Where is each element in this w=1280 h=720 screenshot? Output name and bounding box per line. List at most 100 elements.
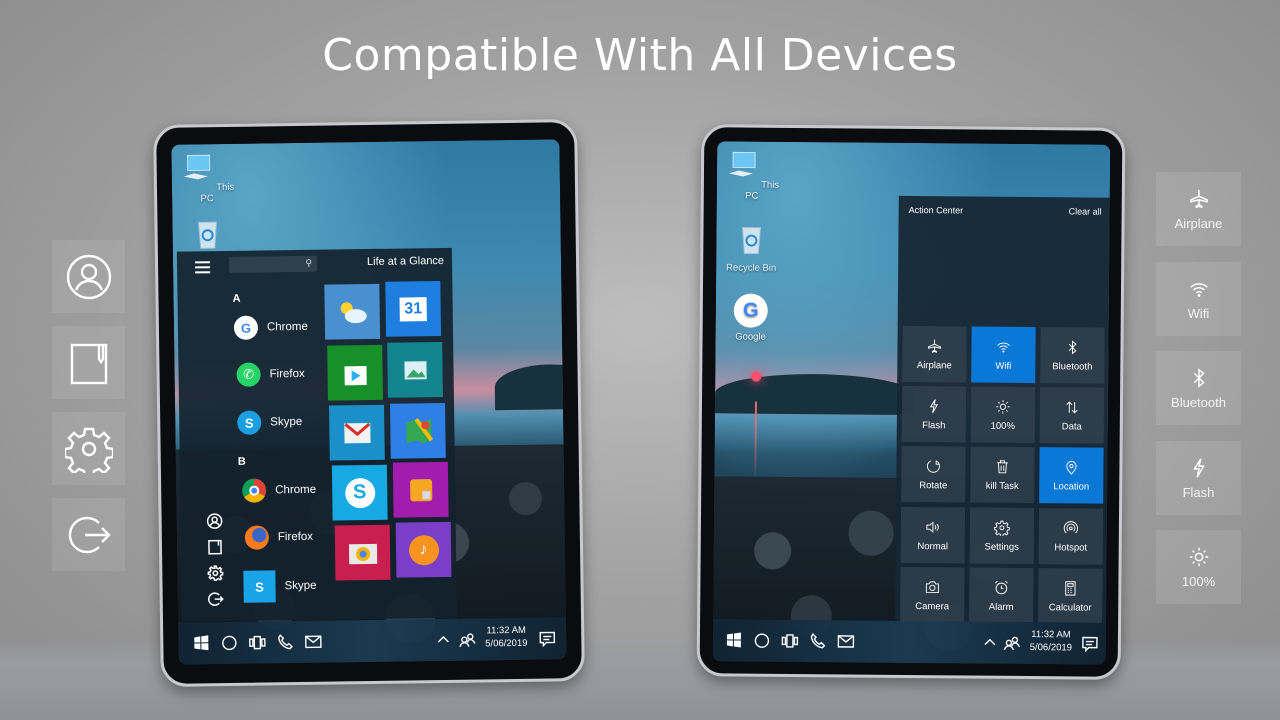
app-item[interactable]: Firefox	[244, 525, 314, 550]
logout-icon	[68, 516, 111, 553]
action-tile-label: kill Task	[985, 480, 1019, 492]
rail-user-button[interactable]	[206, 513, 223, 529]
sidebar-logout-button[interactable]	[52, 498, 125, 571]
quick-airplane-button[interactable]: Airplane	[1156, 172, 1241, 246]
clock-date: 5/06/2019	[1029, 642, 1073, 654]
quick-bluetooth-button[interactable]: Bluetooth	[1156, 351, 1241, 425]
camera-icon	[925, 580, 939, 593]
notebook-icon	[70, 343, 107, 384]
action-tile-label: Settings	[984, 541, 1019, 553]
action-tile-hotspot[interactable]: Hotspot	[1038, 508, 1104, 565]
tile-photos[interactable]	[387, 341, 443, 398]
search-button[interactable]	[220, 634, 238, 652]
tile-gmail[interactable]	[329, 404, 385, 461]
app-item[interactable]: S Skype	[237, 410, 302, 435]
desktop-icon-recycle-bin[interactable]: Recycle Bin	[716, 221, 786, 274]
hotspot-icon	[1063, 520, 1078, 533]
tile-weather[interactable]	[324, 283, 381, 340]
action-tile-location[interactable]: Location	[1039, 447, 1104, 504]
action-tile-label: Wifi	[995, 360, 1012, 372]
sidebar-settings-button[interactable]	[52, 412, 125, 485]
action-tile-kill-task[interactable]: kill Task	[970, 446, 1035, 504]
clock[interactable]: 11:32 AM 5/06/2019	[1023, 628, 1079, 654]
notifications-button[interactable]	[538, 629, 556, 648]
start-button[interactable]	[192, 634, 210, 652]
action-tile-alarm[interactable]: Alarm	[969, 567, 1034, 625]
airplane-icon	[1189, 189, 1208, 208]
desktop-icon-this-pc[interactable]: This PC	[717, 149, 787, 202]
app-item[interactable]: G Chrome	[233, 315, 308, 340]
tile-camera[interactable]	[334, 524, 391, 581]
message-icon	[1082, 636, 1098, 653]
task-view-icon	[781, 634, 799, 648]
mail-button[interactable]	[837, 632, 855, 650]
tablet-right: This PC Recycle Bin G Google Action Cent…	[696, 124, 1126, 680]
tray-expand-button[interactable]	[434, 631, 452, 649]
phone-button[interactable]	[276, 633, 294, 651]
quick-wifi-button[interactable]: Wifi	[1156, 262, 1241, 336]
action-tile-brightness[interactable]: 100%	[970, 386, 1036, 444]
desktop-icon-this-pc[interactable]: This PC	[171, 152, 242, 205]
flash-icon	[929, 398, 939, 413]
action-tile-label: Calculator	[1048, 601, 1092, 614]
action-tile-sound[interactable]: Normal	[900, 506, 966, 564]
mail-button[interactable]	[304, 633, 322, 651]
notifications-button[interactable]	[1081, 634, 1099, 653]
app-item[interactable]: ✆ Firefox	[236, 362, 305, 387]
rail-settings-button[interactable]	[207, 565, 224, 581]
brightness-icon	[996, 399, 1010, 413]
action-tile-airplane[interactable]: Airplane	[902, 325, 967, 383]
data-icon	[1066, 400, 1078, 413]
start-search-input[interactable]: ⚲	[228, 255, 318, 273]
tile-calendar[interactable]: 31	[385, 280, 442, 337]
task-view-button[interactable]	[781, 632, 799, 650]
rail-logout-button[interactable]	[208, 591, 224, 607]
app-label: Skype	[270, 415, 303, 429]
desktop-icon-label: Recycle Bin	[726, 262, 777, 274]
trash-icon	[997, 459, 1008, 473]
action-tile-wifi[interactable]: Wifi	[971, 326, 1036, 384]
quick-brightness-button[interactable]: 100%	[1156, 530, 1241, 604]
tablet-right-screen: This PC Recycle Bin G Google Action Cent…	[712, 141, 1111, 665]
sidebar-notes-button[interactable]	[52, 326, 125, 399]
tray-expand-button[interactable]	[981, 634, 999, 652]
action-tile-rotate[interactable]: Rotate	[901, 445, 966, 503]
app-item[interactable]: S Skype	[243, 570, 317, 603]
action-tile-camera[interactable]: Camera	[900, 566, 965, 624]
whatsapp-icon: ✆	[236, 362, 261, 387]
rail-notes-button[interactable]	[207, 539, 223, 555]
tile-play-store[interactable]	[327, 344, 383, 401]
tile-music[interactable]: ♪	[395, 521, 452, 578]
google-icon: G	[733, 293, 768, 328]
action-tile-label: Airplane	[916, 359, 952, 371]
tile-calculator[interactable]	[392, 461, 449, 518]
play-store-icon	[343, 365, 367, 385]
sidebar-profile-button[interactable]	[52, 240, 125, 313]
page-headline: Compatible With All Devices	[322, 30, 958, 81]
skype-icon: S	[243, 570, 276, 603]
search-button[interactable]	[753, 632, 771, 650]
start-button[interactable]	[725, 631, 743, 649]
app-item[interactable]: Chrome	[242, 478, 316, 503]
quick-flash-label: Flash	[1182, 484, 1215, 500]
google-icon: G	[233, 315, 259, 340]
phone-button[interactable]	[809, 632, 827, 650]
photos-icon	[403, 360, 427, 380]
action-tile-bluetooth[interactable]: Bluetooth	[1040, 327, 1105, 384]
clock[interactable]: 11:32 AM 5/06/2019	[478, 624, 534, 651]
desktop-icon-google[interactable]: G Google	[716, 293, 786, 343]
hamburger-menu-icon[interactable]	[195, 261, 211, 276]
app-label: Firefox	[277, 530, 314, 544]
task-view-button[interactable]	[248, 633, 266, 651]
quick-flash-button[interactable]: Flash	[1156, 441, 1241, 515]
action-tile-settings[interactable]: Settings	[969, 507, 1035, 565]
tile-skype[interactable]: S	[331, 464, 388, 521]
action-tile-calculator[interactable]: Calculator	[1038, 568, 1103, 625]
search-icon: ⚲	[305, 257, 313, 268]
people-button[interactable]	[458, 631, 476, 649]
people-button[interactable]	[1003, 634, 1021, 652]
tile-maps[interactable]	[390, 402, 446, 459]
clear-all-button[interactable]: Clear all	[1069, 206, 1102, 216]
action-tile-data[interactable]: Data	[1039, 387, 1105, 444]
action-tile-flash[interactable]: Flash	[901, 385, 967, 443]
